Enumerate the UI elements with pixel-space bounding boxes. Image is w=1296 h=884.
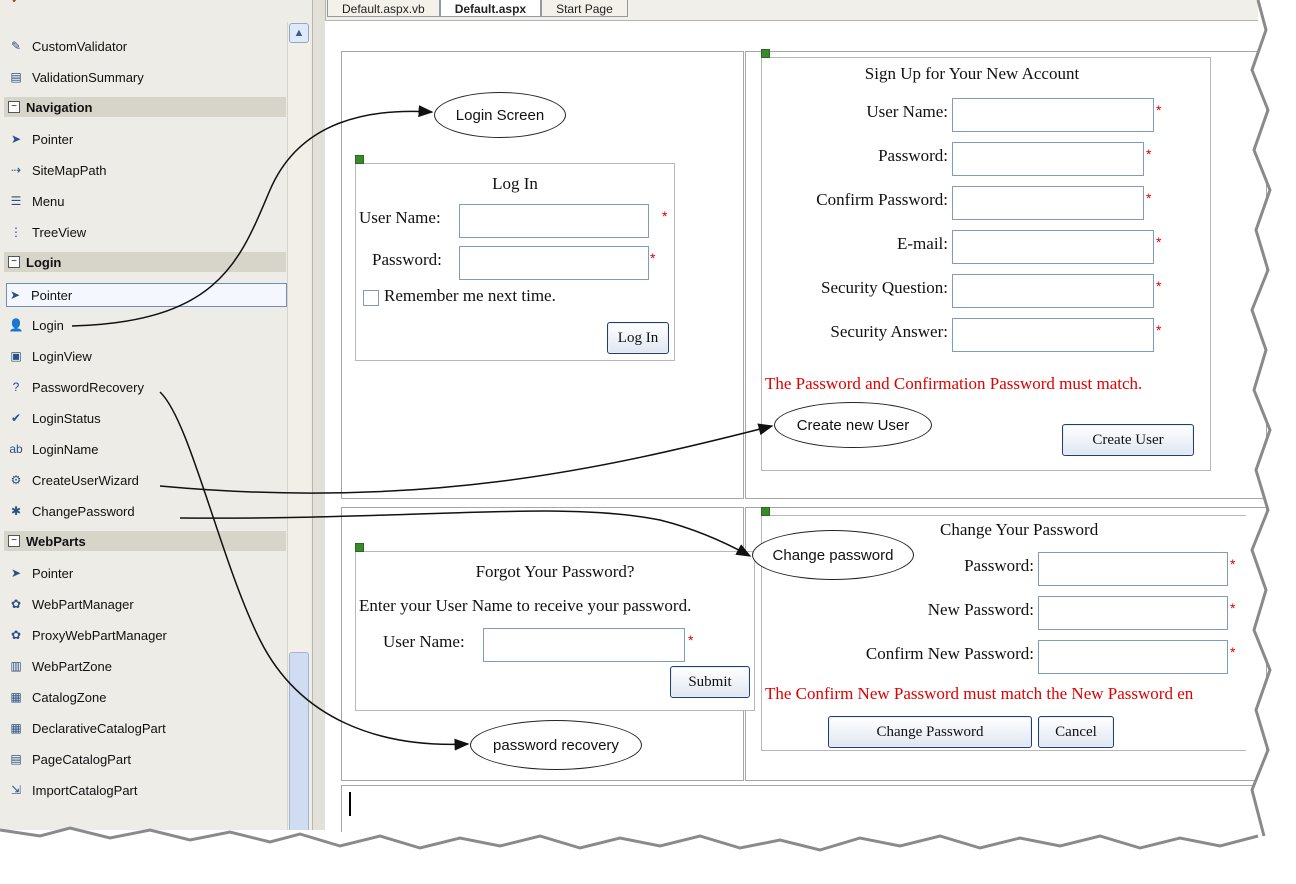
torn-edge-frame [0, 0, 1296, 884]
screenshot: ▲ ✔✎CustomValidator▤ValidationSummary−Na… [0, 0, 1296, 884]
